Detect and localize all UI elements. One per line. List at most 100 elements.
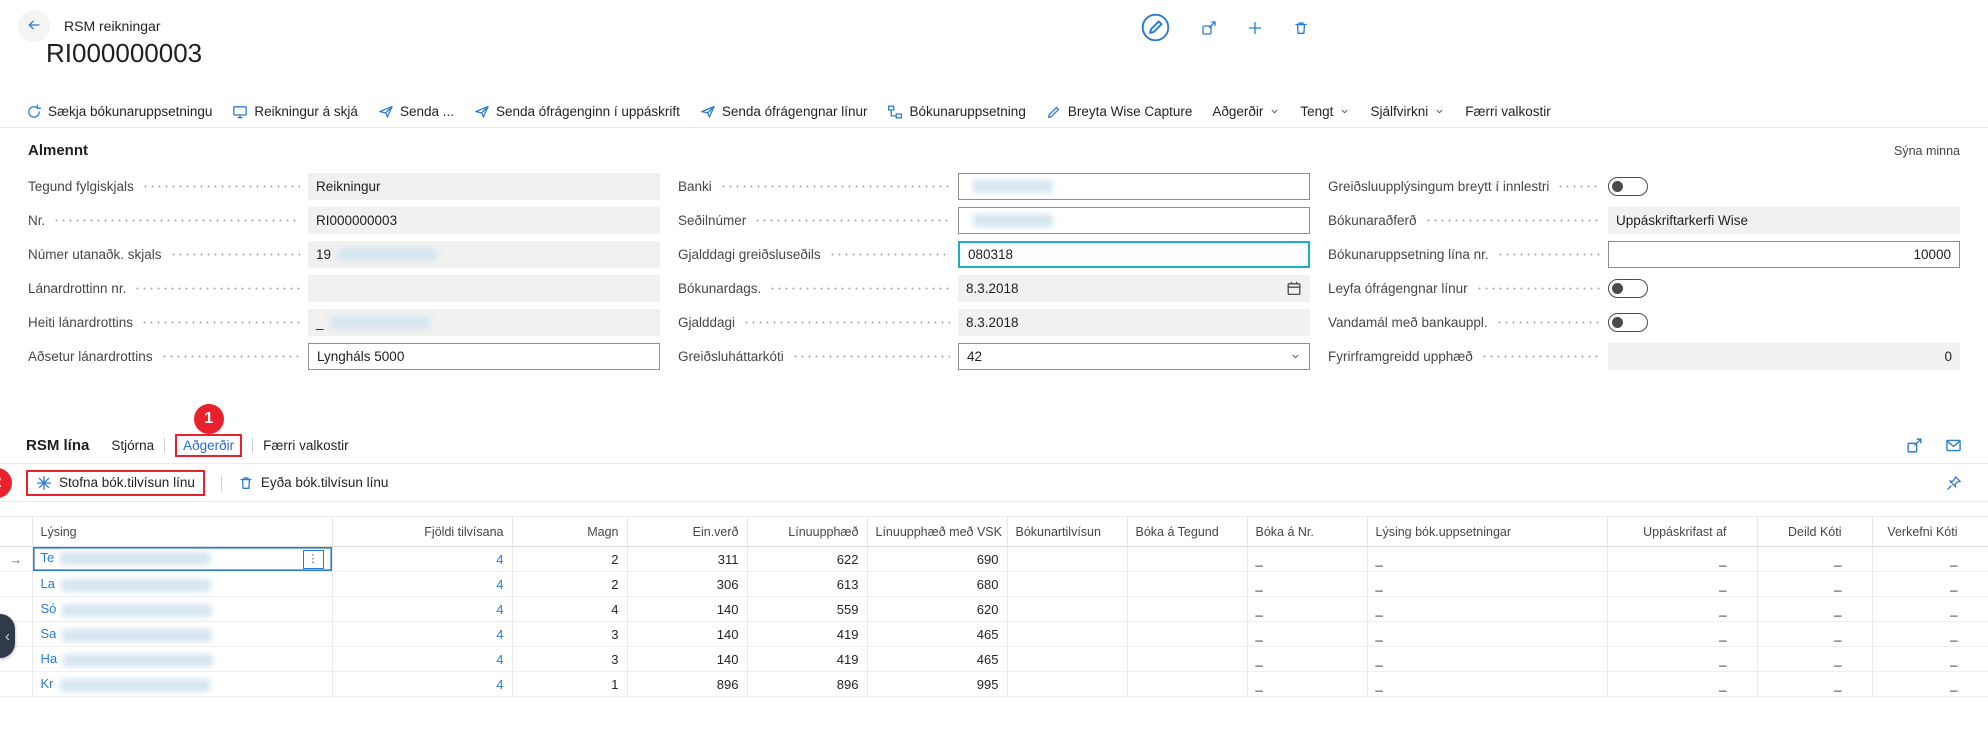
cell-fjoldi-tilvisana[interactable]: 4 (332, 672, 512, 697)
cell-fjoldi-tilvisana[interactable]: 4 (332, 597, 512, 622)
cell-uppaskrifast-af[interactable]: _ (1607, 572, 1757, 597)
cell-boka-a-tegund[interactable] (1127, 572, 1247, 597)
cell-boka-a-tegund[interactable] (1127, 597, 1247, 622)
cell-bokunartilvisun[interactable] (1007, 647, 1127, 672)
toolbar-bokunaruppsetning[interactable]: Bókunaruppsetning (887, 104, 1025, 120)
col-verkefni-koti[interactable]: Verkefni Kóti (1872, 517, 1988, 547)
cell-ein-verd[interactable]: 896 (627, 672, 747, 697)
cell-lysing-bok-uppsetningar[interactable]: _ (1367, 622, 1607, 647)
cell-magn[interactable]: 2 (512, 572, 627, 597)
cell-boka-a-tegund[interactable] (1127, 647, 1247, 672)
new-button[interactable] (1247, 20, 1263, 36)
cell-lysing[interactable]: Ha (32, 647, 332, 672)
cell-lysing-bok-uppsetningar[interactable]: _ (1367, 647, 1607, 672)
cell-uppaskrifast-af[interactable]: _ (1607, 547, 1757, 572)
cell-magn[interactable]: 4 (512, 597, 627, 622)
cell-lysing[interactable]: Kr (32, 672, 332, 697)
cell-linuupphaed-med-vsk[interactable]: 620 (867, 597, 1007, 622)
cell-linuupphaed[interactable]: 559 (747, 597, 867, 622)
toggle-greidsluupplysingum-breytt-i-innlestri[interactable] (1608, 177, 1648, 196)
cell-boka-a-nr[interactable]: _ (1247, 597, 1367, 622)
cell-boka-a-nr[interactable]: _ (1247, 622, 1367, 647)
cell-uppaskrifast-af[interactable]: _ (1607, 622, 1757, 647)
cell-verkefni-koti[interactable]: _ (1872, 672, 1988, 697)
action-stofna-bok-tilvisun-linu[interactable]: Stofna bók.tilvísun línu (36, 475, 195, 491)
action-eyda-bok-tilvisun-linu[interactable]: Eyða bók.tilvísun línu (238, 475, 389, 491)
cell-verkefni-koti[interactable]: _ (1872, 647, 1988, 672)
cell-fjoldi-tilvisana[interactable]: 4 (332, 572, 512, 597)
cell-verkefni-koti[interactable]: _ (1872, 547, 1988, 572)
tab-faerri-valkostir[interactable]: Færri valkostir (263, 438, 349, 453)
cell-magn[interactable]: 3 (512, 647, 627, 672)
row-selector[interactable] (0, 572, 32, 597)
toolbar-tengt[interactable]: Tengt (1300, 104, 1350, 119)
share-lines-button[interactable] (1906, 437, 1923, 454)
cell-lysing-bok-uppsetningar[interactable]: _ (1367, 672, 1607, 697)
cell-boka-a-tegund[interactable] (1127, 672, 1247, 697)
toolbar-saekja-bokunaruppsetningu[interactable]: Sækja bókunaruppsetningu (26, 104, 212, 120)
open-mail-button[interactable] (1945, 437, 1962, 454)
cell-deild-koti[interactable]: _ (1757, 622, 1872, 647)
cell-verkefni-koti[interactable]: _ (1872, 622, 1988, 647)
cell-fjoldi-tilvisana[interactable]: 4 (332, 622, 512, 647)
cell-lysing-bok-uppsetningar[interactable]: _ (1367, 572, 1607, 597)
col-magn[interactable]: Magn (512, 517, 627, 547)
toolbar-faerri-valkostir[interactable]: Færri valkostir (1465, 104, 1551, 119)
cell-bokunartilvisun[interactable] (1007, 547, 1127, 572)
col-lysing-bok-uppsetningar[interactable]: Lýsing bók.uppsetningar (1367, 517, 1607, 547)
col-deild-koti[interactable]: Deild Kóti (1757, 517, 1872, 547)
toolbar-breyta-wise-capture[interactable]: Breyta Wise Capture (1046, 104, 1193, 120)
col-boka-a-nr[interactable]: Bóka á Nr. (1247, 517, 1367, 547)
row-selector[interactable] (0, 672, 32, 697)
toggle-leyfa-ofragengnar-linur[interactable] (1608, 279, 1648, 298)
cell-bokunartilvisun[interactable] (1007, 572, 1127, 597)
cell-deild-koti[interactable]: _ (1757, 572, 1872, 597)
cell-uppaskrifast-af[interactable]: _ (1607, 647, 1757, 672)
show-less-link[interactable]: Sýna minna (1894, 144, 1960, 158)
cell-linuupphaed-med-vsk[interactable]: 995 (867, 672, 1007, 697)
pin-button[interactable] (1946, 475, 1962, 491)
toolbar-sjalfvirkni[interactable]: Sjálfvirkni (1370, 104, 1445, 119)
cell-bokunartilvisun[interactable] (1007, 622, 1127, 647)
cell-ein-verd[interactable]: 140 (627, 622, 747, 647)
cell-boka-a-nr[interactable]: _ (1247, 672, 1367, 697)
cell-linuupphaed[interactable]: 419 (747, 647, 867, 672)
cell-boka-a-tegund[interactable] (1127, 547, 1247, 572)
cell-bokunartilvisun[interactable] (1007, 672, 1127, 697)
col-boka-a-tegund[interactable]: Bóka á Tegund (1127, 517, 1247, 547)
input-adsetur-lanardrottins[interactable]: Lyngháls 5000 (308, 343, 660, 370)
row-selector[interactable]: → (0, 547, 32, 572)
cell-magn[interactable]: 2 (512, 547, 627, 572)
col-bokunartilvisun[interactable]: Bókunartilvísun (1007, 517, 1127, 547)
cell-verkefni-koti[interactable]: _ (1872, 572, 1988, 597)
cell-lysing-bok-uppsetningar[interactable]: _ (1367, 597, 1607, 622)
cell-lysing-bok-uppsetningar[interactable]: _ (1367, 547, 1607, 572)
cell-menu-button[interactable]: ⋮ (303, 550, 324, 569)
share-button[interactable] (1201, 20, 1217, 36)
cell-ein-verd[interactable]: 140 (627, 597, 747, 622)
cell-linuupphaed-med-vsk[interactable]: 465 (867, 622, 1007, 647)
cell-ein-verd[interactable]: 140 (627, 647, 747, 672)
cell-linuupphaed[interactable]: 613 (747, 572, 867, 597)
cell-fjoldi-tilvisana[interactable]: 4 (332, 547, 512, 572)
col-linuupphaed-med-vsk[interactable]: Línuupphæð með VSK (867, 517, 1007, 547)
cell-boka-a-nr[interactable]: _ (1247, 572, 1367, 597)
cell-fjoldi-tilvisana[interactable]: 4 (332, 647, 512, 672)
cell-boka-a-nr[interactable]: _ (1247, 547, 1367, 572)
toolbar-adgerdir[interactable]: Aðgerðir (1212, 104, 1280, 119)
cell-uppaskrifast-af[interactable]: _ (1607, 672, 1757, 697)
toggle-vandamal-med-bankauppl[interactable] (1608, 313, 1648, 332)
cell-bokunartilvisun[interactable] (1007, 597, 1127, 622)
toolbar-reikningur-a-skja[interactable]: Reikningur á skjá (232, 104, 358, 120)
cell-linuupphaed-med-vsk[interactable]: 680 (867, 572, 1007, 597)
cell-uppaskrifast-af[interactable]: _ (1607, 597, 1757, 622)
cell-lysing[interactable]: ⋮Te (32, 547, 332, 572)
col-lysing[interactable]: Lýsing (32, 517, 332, 547)
cell-deild-koti[interactable]: _ (1757, 547, 1872, 572)
cell-lysing[interactable]: Só (32, 597, 332, 622)
edit-button[interactable] (1140, 12, 1171, 43)
input-sedilnumer[interactable] (958, 207, 1310, 234)
cell-lysing[interactable]: La (32, 572, 332, 597)
cell-deild-koti[interactable]: _ (1757, 647, 1872, 672)
input-bokunaruppsetning-lina-nr[interactable]: 10000 (1608, 241, 1960, 268)
